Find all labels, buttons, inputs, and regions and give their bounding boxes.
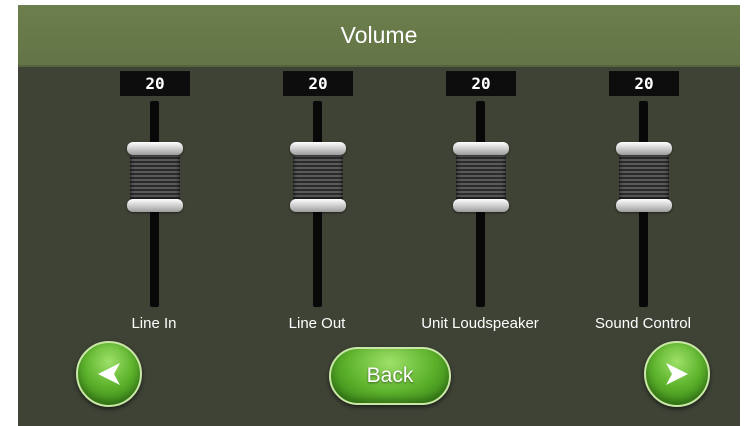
knob-cap-bottom [290,199,346,213]
slider-knob[interactable] [453,142,509,213]
knob-cap-bottom [127,199,183,213]
volume-value: 20 [120,71,190,96]
volume-value: 20 [283,71,353,96]
left-arrow-icon [98,363,120,385]
knob-grip [293,155,343,200]
knob-grip [619,155,669,200]
slider-knob[interactable] [127,142,183,213]
volume-value: 20 [446,71,516,96]
knob-cap-bottom [453,199,509,213]
right-arrow-icon [666,363,688,385]
knob-cap-top [127,142,183,156]
slider-knob[interactable] [616,142,672,213]
slider-knob[interactable] [290,142,346,213]
channel-label: Line In [131,315,177,332]
previous-button[interactable] [76,341,142,407]
channel-label: Unit Loudspeaker [421,315,539,332]
knob-cap-top [453,142,509,156]
knob-grip [456,155,506,200]
knob-grip [130,155,180,200]
knob-cap-top [290,142,346,156]
volume-screen: Volume 20 Line In 20 Line Out 20 Unit Lo… [18,5,740,426]
volume-value: 20 [609,71,679,96]
knob-cap-top [616,142,672,156]
channel-label: Line Out [288,315,346,332]
back-button[interactable]: Back [329,347,451,405]
channel-label: Sound Control [595,315,691,332]
next-button[interactable] [644,341,710,407]
knob-cap-bottom [616,199,672,213]
